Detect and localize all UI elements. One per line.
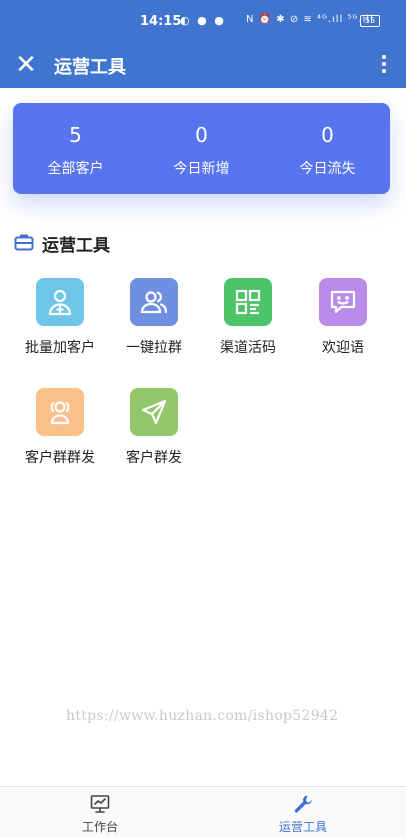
tool-label: 客户群发 xyxy=(126,450,182,466)
tool-welcome-message[interactable]: 欢迎语 xyxy=(296,278,390,368)
tool-icon-bg xyxy=(224,278,272,326)
tool-label: 客户群群发 xyxy=(25,450,95,466)
tool-icon-bg xyxy=(130,278,178,326)
tool-customer-broadcast[interactable]: 客户群发 xyxy=(107,388,201,478)
send-icon xyxy=(141,399,167,425)
toolbox-icon xyxy=(14,234,34,251)
tool-label: 渠道活码 xyxy=(220,340,276,356)
close-icon[interactable]: ✕ xyxy=(10,50,42,82)
stat-label: 全部客户 xyxy=(47,161,104,177)
section-title: 运营工具 xyxy=(42,236,110,256)
status-bar: 14:15 ◐ ● ● N ⏰ ✱ ⊘ ≋ ⁴ᴳ.ıll ⁵ᴳ.ıll 55 xyxy=(0,0,406,44)
watermark-text: https://www.huzhan.com/ishop52942 xyxy=(66,708,339,724)
tool-label: 欢迎语 xyxy=(322,340,364,356)
tool-label: 一键拉群 xyxy=(126,340,182,356)
tool-icon-bg xyxy=(36,278,84,326)
stat-label: 今日流失 xyxy=(299,161,356,177)
page-title: 运营工具 xyxy=(54,57,126,78)
stat-label: 今日新增 xyxy=(173,161,230,177)
more-vertical-icon[interactable] xyxy=(376,52,392,80)
chat-smile-icon xyxy=(330,290,356,314)
tool-icon-bg xyxy=(36,388,84,436)
app-header: ✕ 运营工具 xyxy=(0,44,406,88)
status-time: 14:15 xyxy=(140,14,182,29)
battery-icon: 55 xyxy=(360,15,380,27)
group-broadcast-icon xyxy=(50,401,70,425)
tool-icon-bg xyxy=(130,388,178,436)
system-status-icons: N ⏰ ✱ ⊘ ≋ ⁴ᴳ.ıll ⁵ᴳ.ıll xyxy=(246,14,374,25)
stat-value: 0 xyxy=(195,123,208,147)
monitor-icon xyxy=(90,795,110,813)
add-user-icon xyxy=(48,289,72,316)
nav-label: 工作台 xyxy=(81,820,118,834)
stat-today-new[interactable]: 0 今日新增 xyxy=(139,103,264,194)
stat-total-customers[interactable]: 5 全部客户 xyxy=(13,103,138,194)
tool-channel-qr-code[interactable]: 渠道活码 xyxy=(201,278,295,368)
nav-operation-tools[interactable]: 运营工具 xyxy=(253,787,353,837)
nav-label: 运营工具 xyxy=(278,820,327,834)
tool-batch-add-customers[interactable]: 批量加客户 xyxy=(13,278,107,368)
qr-code-icon xyxy=(235,289,261,315)
stat-value: 0 xyxy=(321,123,334,147)
customer-stats-card: 5 全部客户 0 今日新增 0 今日流失 xyxy=(13,103,390,194)
stat-value: 5 xyxy=(69,123,82,147)
wrench-icon xyxy=(294,795,312,813)
tool-icon-bg xyxy=(319,278,367,326)
tool-one-click-group[interactable]: 一键拉群 xyxy=(107,278,201,368)
stat-today-lost[interactable]: 0 今日流失 xyxy=(265,103,390,194)
tool-customer-group-broadcast[interactable]: 客户群群发 xyxy=(13,388,107,478)
notification-icons: ◐ ● ● xyxy=(180,14,226,27)
tool-label: 批量加客户 xyxy=(25,340,95,356)
nav-workbench[interactable]: 工作台 xyxy=(50,787,150,837)
bottom-nav: 工作台 运营工具 xyxy=(0,786,406,837)
group-icon xyxy=(140,291,168,314)
